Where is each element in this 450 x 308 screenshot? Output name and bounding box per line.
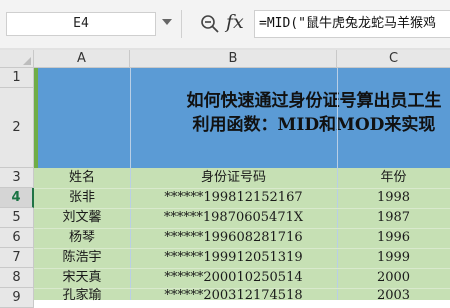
column-header-a[interactable]: A [34,50,130,68]
header-id-cell[interactable]: 身份证号码 [130,168,337,188]
select-all-corner[interactable] [0,50,34,68]
toolbar-separator [181,10,182,38]
row-header-1[interactable]: 1 [0,68,34,88]
name-cell[interactable]: 张非 [34,188,130,208]
year-cell[interactable]: 1987 [337,208,450,228]
year-cell[interactable]: 2000 [337,268,450,288]
row-header-3[interactable]: 3 [0,168,34,188]
formula-input[interactable]: =MID("鼠牛虎兔龙蛇马羊猴鸡 [254,10,450,38]
name-cell[interactable]: 杨琴 [34,228,130,248]
column-header-c[interactable]: C [337,50,450,68]
name-cell[interactable]: 孔家瑜 [34,286,130,306]
zoom-icon[interactable] [200,14,220,34]
row-header-4[interactable]: 4 [0,188,34,208]
title-line-2: 利用函数：MID和MOD来实现 [192,115,436,135]
row-header-9[interactable]: 9 [0,288,34,308]
year-cell[interactable]: 1996 [337,228,450,248]
row-header-5[interactable]: 5 [0,208,34,228]
id-cell[interactable]: ******199608281716 [130,228,337,248]
header-name-cell[interactable]: 姓名 [34,168,130,188]
row-header-2[interactable]: 2 [0,88,34,168]
function-icon[interactable]: fx [226,11,244,33]
name-cell[interactable]: 陈浩宇 [34,248,130,268]
id-cell[interactable]: ******199912051319 [130,248,337,268]
row-header-6[interactable]: 6 [0,228,34,248]
id-cell[interactable]: ******199812152167 [130,188,337,208]
row-header-8[interactable]: 8 [0,268,34,288]
column-header-b[interactable]: B [130,50,337,68]
id-cell[interactable]: ******19870605471X [130,208,337,228]
header-year-cell[interactable]: 年份 [337,168,450,188]
year-cell[interactable]: 2003 [337,286,450,306]
formula-bar: E4 fx =MID("鼠牛虎兔龙蛇马羊猴鸡 [0,0,450,48]
name-cell[interactable]: 宋天真 [34,268,130,288]
id-cell[interactable]: ******200312174518 [130,286,337,306]
name-cell[interactable]: 刘文馨 [34,208,130,228]
row-header-7[interactable]: 7 [0,248,34,268]
name-box-dropdown-icon[interactable] [162,19,172,25]
year-cell[interactable]: 1998 [337,188,450,208]
name-box[interactable]: E4 [6,12,156,36]
title-line-1: 如何快速通过身份证号算出员工生 [186,91,442,111]
id-cell[interactable]: ******200010250514 [130,268,337,288]
year-cell[interactable]: 1999 [337,248,450,268]
